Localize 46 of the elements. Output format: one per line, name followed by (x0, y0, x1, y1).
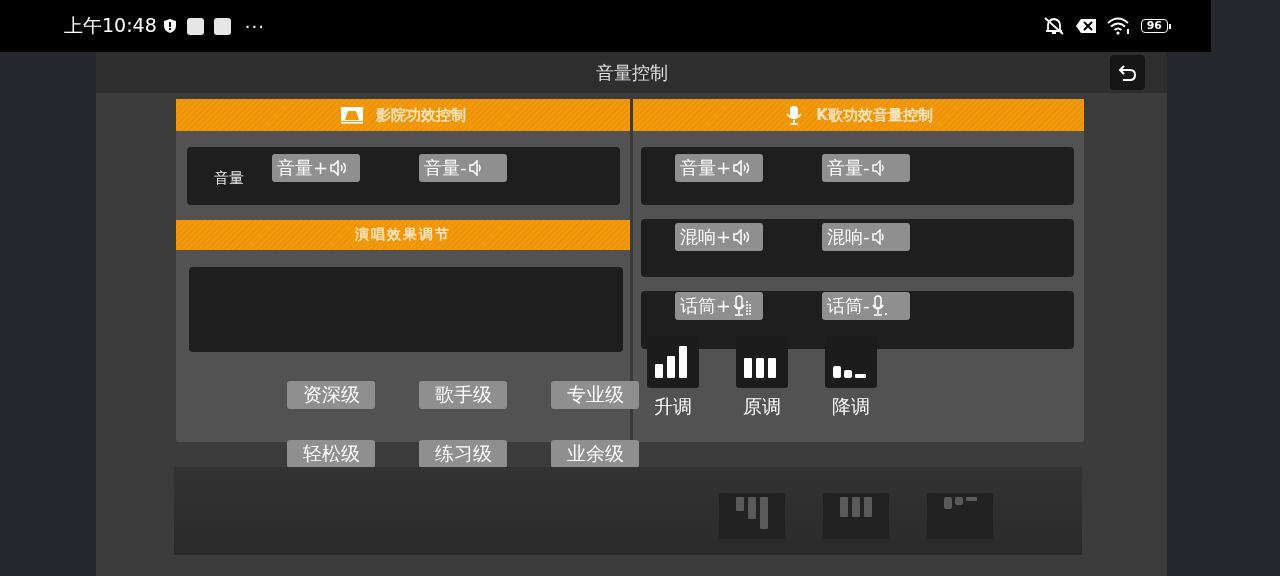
back-button[interactable] (1110, 55, 1145, 90)
pitch-button[interactable]: 升调 (647, 336, 699, 420)
speaker-icon (468, 160, 481, 176)
microphone-icon (733, 295, 754, 317)
speaker-icon (871, 160, 884, 176)
reflected-bars-icon (927, 493, 993, 539)
back-icon (1117, 63, 1138, 82)
adjust-button[interactable]: 音量+ (272, 154, 360, 182)
wifi-icon (1106, 17, 1131, 35)
row-label: 音量 (213, 169, 244, 189)
speaker-icon (733, 160, 752, 176)
reflected-bars-icon (719, 493, 785, 539)
reflected-bars-icon (823, 493, 889, 539)
section-title: 演唱效果调节 (355, 226, 451, 244)
no-sim-icon (1074, 18, 1097, 34)
notification-icon (213, 17, 231, 35)
adjust-button[interactable]: 音量- (822, 154, 910, 182)
cinema-icon (340, 106, 364, 124)
speaker-icon (330, 160, 349, 176)
adjust-button[interactable]: 混响- (822, 223, 910, 251)
muted-bell-icon (1042, 16, 1065, 36)
adjust-button[interactable]: 混响+ (675, 223, 763, 251)
microphone-icon (784, 105, 805, 125)
pitch-button[interactable]: 降调 (825, 336, 877, 420)
notification-icon (186, 17, 204, 35)
adjust-button[interactable]: 专业级 (551, 381, 639, 409)
adjust-button[interactable]: 轻松级 (287, 440, 375, 468)
page-title: 音量控制 (595, 60, 668, 85)
adjust-button[interactable]: 话筒+ (675, 292, 763, 320)
adjust-button[interactable]: 业余级 (551, 440, 639, 468)
adjust-button[interactable]: 资深级 (287, 381, 375, 409)
adjust-button[interactable]: 歌手级 (419, 381, 507, 409)
speaker-icon (733, 229, 752, 245)
pitch-button[interactable]: 原调 (736, 336, 788, 420)
more-indicator: ··· (244, 15, 265, 37)
adjust-button[interactable]: 音量- (419, 154, 507, 182)
speaker-icon (871, 229, 884, 245)
clock: 上午10:48 (64, 13, 157, 38)
adjust-button[interactable]: 音量+ (675, 154, 763, 182)
adjust-button[interactable]: 练习级 (419, 440, 507, 468)
adjust-button[interactable]: 话筒- (822, 292, 910, 320)
shield-icon (162, 18, 177, 34)
section-title: 影院功效控制 (376, 105, 466, 125)
section-title: K歌功效音量控制 (816, 105, 933, 125)
microphone-icon (871, 295, 888, 317)
battery-icon: 96 (1140, 19, 1171, 33)
